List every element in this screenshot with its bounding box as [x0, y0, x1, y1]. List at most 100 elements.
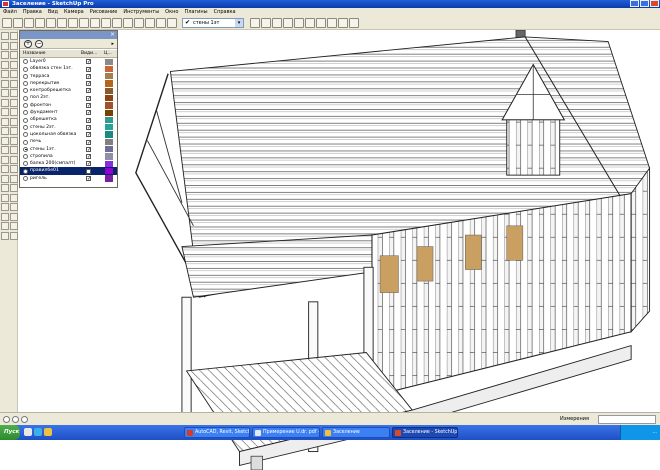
- col-name-header[interactable]: Название: [23, 50, 46, 58]
- toolbar-tool-icon[interactable]: [134, 18, 144, 28]
- active-layer-radio[interactable]: [23, 73, 28, 79]
- col-color-header[interactable]: Ц...: [104, 50, 112, 58]
- model-viewport[interactable]: [118, 30, 660, 470]
- add-layer-button[interactable]: +: [24, 40, 32, 48]
- layer-row[interactable]: перекрытие ✓: [20, 80, 117, 87]
- toolbar-tool-icon[interactable]: [167, 18, 177, 28]
- palette-tool-icon[interactable]: [9, 41, 18, 50]
- palette-tool-icon[interactable]: [1, 70, 9, 78]
- toolbar-tool-icon[interactable]: [46, 18, 56, 28]
- palette-tool-icon[interactable]: [1, 184, 9, 192]
- layer-row[interactable]: обвязка стен 1эт. ✓: [20, 65, 117, 73]
- palette-tool-icon[interactable]: [1, 203, 9, 211]
- layer-visible-checkbox[interactable]: ✓: [86, 124, 91, 130]
- taskbar-task[interactable]: Заселение - SketchUp...: [392, 427, 458, 438]
- layer-row[interactable]: цокольная обвязка ✓: [20, 131, 117, 138]
- layer-row[interactable]: стропила ✓: [20, 153, 117, 160]
- toolbar-tool-icon[interactable]: [68, 18, 78, 28]
- tray-clock[interactable]: ...: [652, 429, 657, 435]
- layer-visible-checkbox[interactable]: ✓: [86, 66, 91, 72]
- palette-tool-icon[interactable]: [1, 231, 9, 240]
- layer-row[interactable]: печь ✓: [20, 138, 117, 146]
- palette-tool-icon[interactable]: [1, 51, 9, 59]
- toolbar-tool-icon[interactable]: [294, 18, 304, 28]
- help-icon[interactable]: [21, 416, 28, 423]
- layer-visible-checkbox[interactable]: ✓: [86, 59, 91, 65]
- menu-item-0[interactable]: Файл: [3, 9, 17, 15]
- quicklaunch-icon-3[interactable]: [44, 428, 52, 436]
- active-layer-radio[interactable]: [23, 66, 28, 72]
- palette-tool-icon[interactable]: [1, 127, 9, 135]
- taskbar-task[interactable]: Примерение U.dr. pdf - A...: [252, 427, 320, 438]
- active-layer-radio[interactable]: [23, 117, 28, 123]
- delete-layer-button[interactable]: −: [35, 40, 43, 48]
- toolbar-tool-icon[interactable]: [13, 18, 23, 28]
- active-layer-radio[interactable]: [23, 132, 28, 138]
- palette-tool-icon[interactable]: [9, 146, 18, 154]
- palette-tool-icon[interactable]: [9, 117, 18, 126]
- palette-tool-icon[interactable]: [9, 70, 18, 78]
- palette-tool-icon[interactable]: [9, 231, 18, 240]
- active-layer-radio[interactable]: [23, 110, 28, 116]
- layer-color-swatch[interactable]: [105, 58, 113, 65]
- layer-color-swatch[interactable]: [105, 124, 113, 131]
- active-layer-radio[interactable]: [23, 88, 28, 94]
- active-layer-radio[interactable]: [23, 59, 28, 65]
- palette-tool-icon[interactable]: [1, 79, 9, 88]
- layer-row[interactable]: балка 200(смпалт) ✓: [20, 160, 117, 167]
- layer-color-swatch[interactable]: [105, 153, 113, 160]
- active-layer-radio[interactable]: [23, 95, 28, 101]
- layer-row[interactable]: стены 2эт. ✓: [20, 124, 117, 131]
- toolbar-tool-icon[interactable]: [24, 18, 34, 28]
- palette-tool-icon[interactable]: [1, 41, 9, 50]
- layer-visible-checkbox[interactable]: ✓: [86, 154, 91, 160]
- house-frame-model[interactable]: [118, 30, 660, 470]
- credits-icon[interactable]: [12, 416, 19, 423]
- palette-tool-icon[interactable]: [1, 89, 9, 97]
- palette-tool-icon[interactable]: [1, 146, 9, 154]
- toolbar-tool-icon[interactable]: [272, 18, 282, 28]
- title-bar[interactable]: Заселение - SketchUp Pro: [0, 0, 660, 8]
- toolbar-tool-icon[interactable]: [79, 18, 89, 28]
- layer-visible-checkbox[interactable]: ✓: [86, 168, 91, 174]
- layer-visible-checkbox[interactable]: ✓: [86, 103, 91, 109]
- menu-item-4[interactable]: Рисование: [90, 9, 118, 15]
- toolbar-tool-icon[interactable]: [112, 18, 122, 28]
- layer-visible-checkbox[interactable]: ✓: [86, 110, 91, 116]
- layer-color-swatch[interactable]: [105, 175, 113, 182]
- palette-tool-icon[interactable]: [9, 212, 18, 221]
- palette-tool-icon[interactable]: [9, 79, 18, 88]
- layer-color-swatch[interactable]: [105, 131, 113, 138]
- active-layer-radio[interactable]: [23, 139, 28, 145]
- toolbar-tool-icon[interactable]: [316, 18, 326, 28]
- toolbar-tool-icon[interactable]: [2, 18, 12, 28]
- active-layer-radio[interactable]: [23, 154, 28, 160]
- palette-tool-icon[interactable]: [9, 98, 18, 107]
- toolbar-tool-icon[interactable]: [123, 18, 133, 28]
- palette-tool-icon[interactable]: [1, 32, 9, 40]
- taskbar-task[interactable]: Заселение: [322, 427, 390, 438]
- palette-tool-icon[interactable]: [1, 155, 9, 164]
- menu-item-1[interactable]: Правка: [23, 9, 42, 15]
- layer-row[interactable]: фронтон ✓: [20, 102, 117, 109]
- layer-visible-checkbox[interactable]: ✓: [86, 176, 91, 182]
- measurements-input[interactable]: [598, 415, 656, 424]
- palette-tool-icon[interactable]: [1, 108, 9, 116]
- toolbar-tool-icon[interactable]: [327, 18, 337, 28]
- layer-color-swatch[interactable]: [105, 73, 113, 80]
- layer-visible-checkbox[interactable]: ✓: [86, 132, 91, 138]
- toolbar-tool-icon[interactable]: [57, 18, 67, 28]
- palette-tool-icon[interactable]: [9, 60, 18, 69]
- layer-color-swatch[interactable]: [105, 109, 113, 116]
- layer-visible-checkbox[interactable]: ✓: [86, 73, 91, 79]
- layer-row[interactable]: стены 1эт. ✓: [20, 146, 117, 153]
- quicklaunch-icon-1[interactable]: [24, 428, 32, 436]
- layer-visible-checkbox[interactable]: ✓: [86, 81, 91, 87]
- palette-tool-icon[interactable]: [1, 222, 9, 230]
- toolbar-tool-icon[interactable]: [349, 18, 359, 28]
- palette-tool-icon[interactable]: [9, 51, 18, 59]
- taskbar-task[interactable]: AutoCAD, Revit, Sketch...: [184, 427, 250, 438]
- palette-tool-icon[interactable]: [9, 184, 18, 192]
- layer-color-swatch[interactable]: [105, 65, 113, 73]
- maximize-icon[interactable]: [640, 0, 649, 7]
